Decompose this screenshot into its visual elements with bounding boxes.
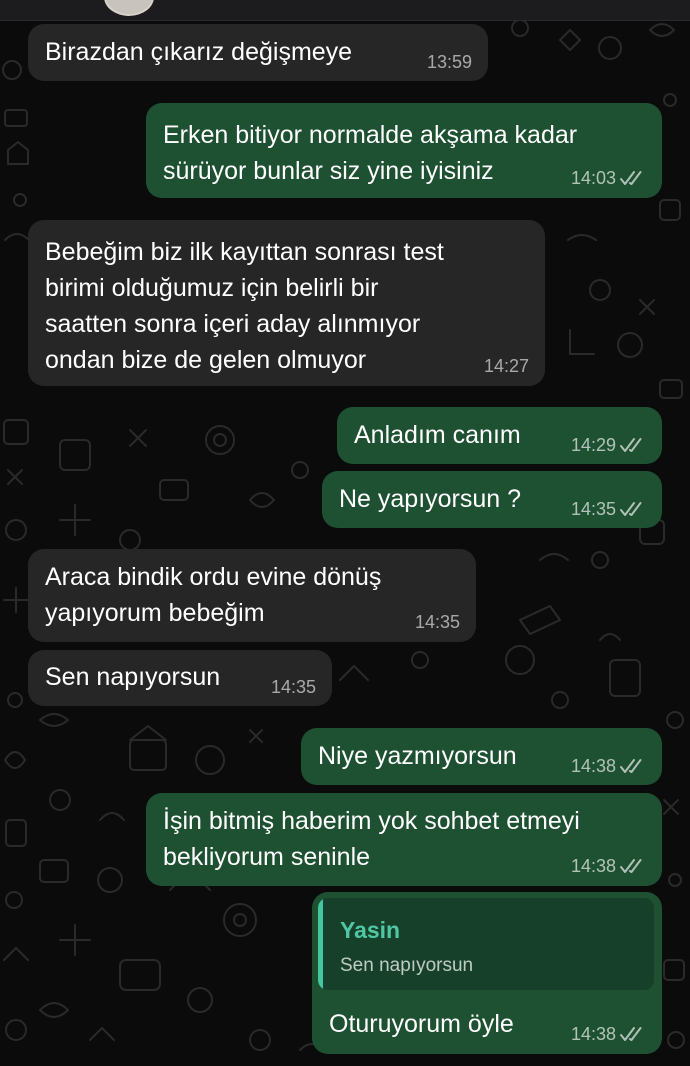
message-meta: 14:38	[571, 856, 646, 876]
message-meta: 14:35	[571, 499, 646, 519]
outgoing-message[interactable]: Erken bitiyor normalde akşama kadar sürü…	[146, 103, 662, 198]
double-check-icon	[620, 1027, 642, 1041]
double-check-icon	[620, 171, 642, 185]
message-text: Ne yapıyorsun ?	[339, 485, 522, 513]
incoming-message[interactable]: Araca bindik ordu evine dönüş yapıyorum …	[28, 549, 476, 642]
double-check-icon	[620, 438, 642, 452]
message-text: Birazdan çıkarız değişmeye	[45, 38, 353, 66]
message-meta: 14:38	[571, 1024, 646, 1044]
message-list: Birazdan çıkarız değişmeye 13:59 Erken b…	[0, 0, 690, 1066]
message-text: Araca bindik ordu evine dönüş yapıyorum …	[45, 563, 382, 627]
incoming-message[interactable]: Sen napıyorsun 14:35	[28, 650, 332, 706]
message-time: 14:27	[483, 356, 529, 376]
message-time: 14:35	[270, 677, 316, 697]
message-meta: 14:27	[484, 356, 529, 376]
message-meta: 13:59	[427, 52, 472, 72]
outgoing-message[interactable]: Ne yapıyorsun ? 14:35	[322, 471, 662, 528]
outgoing-reply-message[interactable]: Yasin Sen napıyorsun Oturuyorum öyle 14:…	[312, 892, 662, 1054]
outgoing-message[interactable]: Anladım canım 14:29	[337, 407, 662, 464]
message-time: 14:03	[570, 168, 616, 188]
incoming-message[interactable]: Bebeğim biz ilk kayıttan sonrası test bi…	[28, 220, 545, 386]
quoted-author: Yasin	[340, 917, 401, 943]
message-time: 14:38	[570, 856, 616, 876]
contact-avatar[interactable]	[104, 0, 154, 16]
message-meta: 14:29	[571, 435, 646, 455]
quote-accent-bar	[318, 898, 323, 990]
double-check-icon	[620, 502, 642, 516]
message-text: Bebeğim biz ilk kayıttan sonrası test bi…	[45, 238, 444, 374]
outgoing-message[interactable]: Niye yazmıyorsun 14:38	[301, 728, 662, 785]
chat-header-strip	[0, 0, 690, 21]
double-check-icon	[620, 759, 642, 773]
message-meta: 14:35	[271, 677, 316, 697]
message-text: Sen napıyorsun	[45, 663, 221, 691]
message-meta: 14:38	[571, 756, 646, 776]
message-time: 14:35	[414, 612, 460, 632]
incoming-message[interactable]: Birazdan çıkarız değişmeye 13:59	[28, 24, 488, 81]
message-time: 14:38	[570, 756, 616, 776]
message-text: Erken bitiyor normalde akşama kadar sürü…	[163, 121, 578, 185]
message-text: İşin bitmiş haberim yok sohbet etmeyi be…	[163, 807, 580, 871]
message-text: Anladım canım	[354, 421, 521, 449]
double-check-icon	[620, 859, 642, 873]
message-text: Niye yazmıyorsun	[318, 742, 517, 770]
message-text: Oturuyorum öyle	[329, 1010, 514, 1038]
message-time: 13:59	[426, 52, 472, 72]
quoted-message[interactable]: Yasin Sen napıyorsun	[318, 898, 654, 990]
message-time: 14:35	[570, 499, 616, 519]
quoted-text: Sen napıyorsun	[340, 955, 474, 976]
outgoing-message[interactable]: İşin bitmiş haberim yok sohbet etmeyi be…	[146, 793, 662, 886]
message-time: 14:29	[570, 435, 616, 455]
message-meta: 14:03	[571, 168, 646, 188]
message-time: 14:38	[570, 1024, 616, 1044]
message-meta: 14:35	[415, 612, 460, 632]
